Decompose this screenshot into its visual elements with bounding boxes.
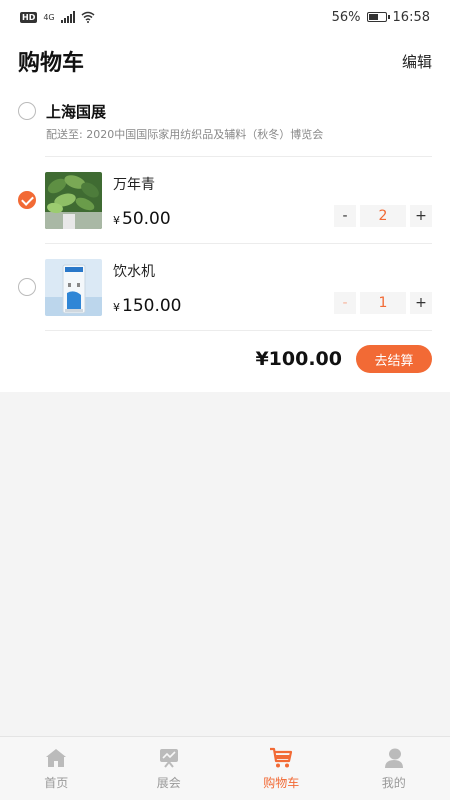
- tab-home[interactable]: 首页: [0, 737, 113, 800]
- quantity-value[interactable]: 1: [360, 292, 406, 314]
- bottom-tab-bar: 首页 展会 购物车 我的: [0, 736, 450, 800]
- hd-badge: HD: [20, 11, 38, 23]
- item-image[interactable]: [45, 258, 102, 316]
- item-name: 饮水机: [113, 263, 155, 280]
- item-select-radio[interactable]: [18, 278, 36, 296]
- cart-panel: 购物车 编辑 上海国展 配送至: 2020中国国际家用纺织品及辅料（秋冬）博览会: [0, 34, 450, 392]
- tab-label: 展会: [156, 776, 181, 790]
- clock: 16:58: [392, 9, 430, 25]
- wifi-icon: [81, 11, 95, 23]
- item-image[interactable]: [45, 171, 102, 229]
- page-header: 购物车 编辑: [0, 34, 450, 88]
- item-name: 万年青: [113, 176, 155, 193]
- tab-label: 我的: [381, 776, 406, 790]
- store-header: 上海国展: [18, 98, 432, 124]
- status-left: HD 4G: [20, 11, 95, 23]
- quantity-value[interactable]: 2: [360, 205, 406, 227]
- battery-icon: [366, 12, 390, 22]
- item-info: 饮水机 ¥150.00: [113, 259, 181, 316]
- tab-label: 首页: [44, 776, 69, 790]
- signal-icon: [60, 11, 75, 23]
- store-section: 上海国展 配送至: 2020中国国际家用纺织品及辅料（秋冬）博览会: [0, 88, 450, 142]
- item-info: 万年青 ¥50.00: [113, 172, 171, 229]
- tab-cart[interactable]: 购物车: [225, 737, 338, 800]
- delivery-address: 配送至: 2020中国国际家用纺织品及辅料（秋冬）博览会: [46, 128, 324, 141]
- quantity-stepper: - 1 +: [334, 292, 432, 314]
- cart-item: 万年青 ¥50.00 - 2 +: [0, 157, 450, 243]
- total-price: ¥100.00: [255, 348, 342, 370]
- home-icon: [46, 749, 67, 767]
- cart-icon: [270, 747, 293, 768]
- increase-button[interactable]: +: [410, 205, 432, 227]
- item-select-radio[interactable]: [18, 191, 36, 209]
- tab-exhibition[interactable]: 展会: [113, 737, 226, 800]
- cart-item: 饮水机 ¥150.00 - 1 +: [0, 244, 450, 330]
- page-title: 购物车: [18, 51, 85, 76]
- status-right: 56% 16:58: [332, 10, 430, 25]
- item-price: ¥150.00: [113, 295, 182, 316]
- checkout-bar: ¥100.00 去结算: [0, 331, 450, 387]
- increase-button[interactable]: +: [410, 292, 432, 314]
- quantity-stepper: - 2 +: [334, 205, 432, 227]
- network-type: 4G: [43, 12, 55, 22]
- exhibition-icon: [159, 749, 178, 768]
- item-price: ¥50.00: [113, 208, 171, 229]
- status-bar: HD 4G 56% 16:58: [0, 0, 450, 34]
- decrease-button[interactable]: -: [334, 292, 356, 314]
- profile-icon: [384, 748, 403, 768]
- tab-profile[interactable]: 我的: [338, 737, 450, 800]
- store-select-radio[interactable]: [18, 102, 36, 120]
- edit-button[interactable]: 编辑: [402, 51, 432, 72]
- checkout-button[interactable]: 去结算: [356, 345, 432, 373]
- tab-label: 购物车: [263, 776, 300, 790]
- store-name: 上海国展: [46, 102, 107, 121]
- battery-percent: 56%: [331, 9, 361, 25]
- decrease-button[interactable]: -: [334, 205, 356, 227]
